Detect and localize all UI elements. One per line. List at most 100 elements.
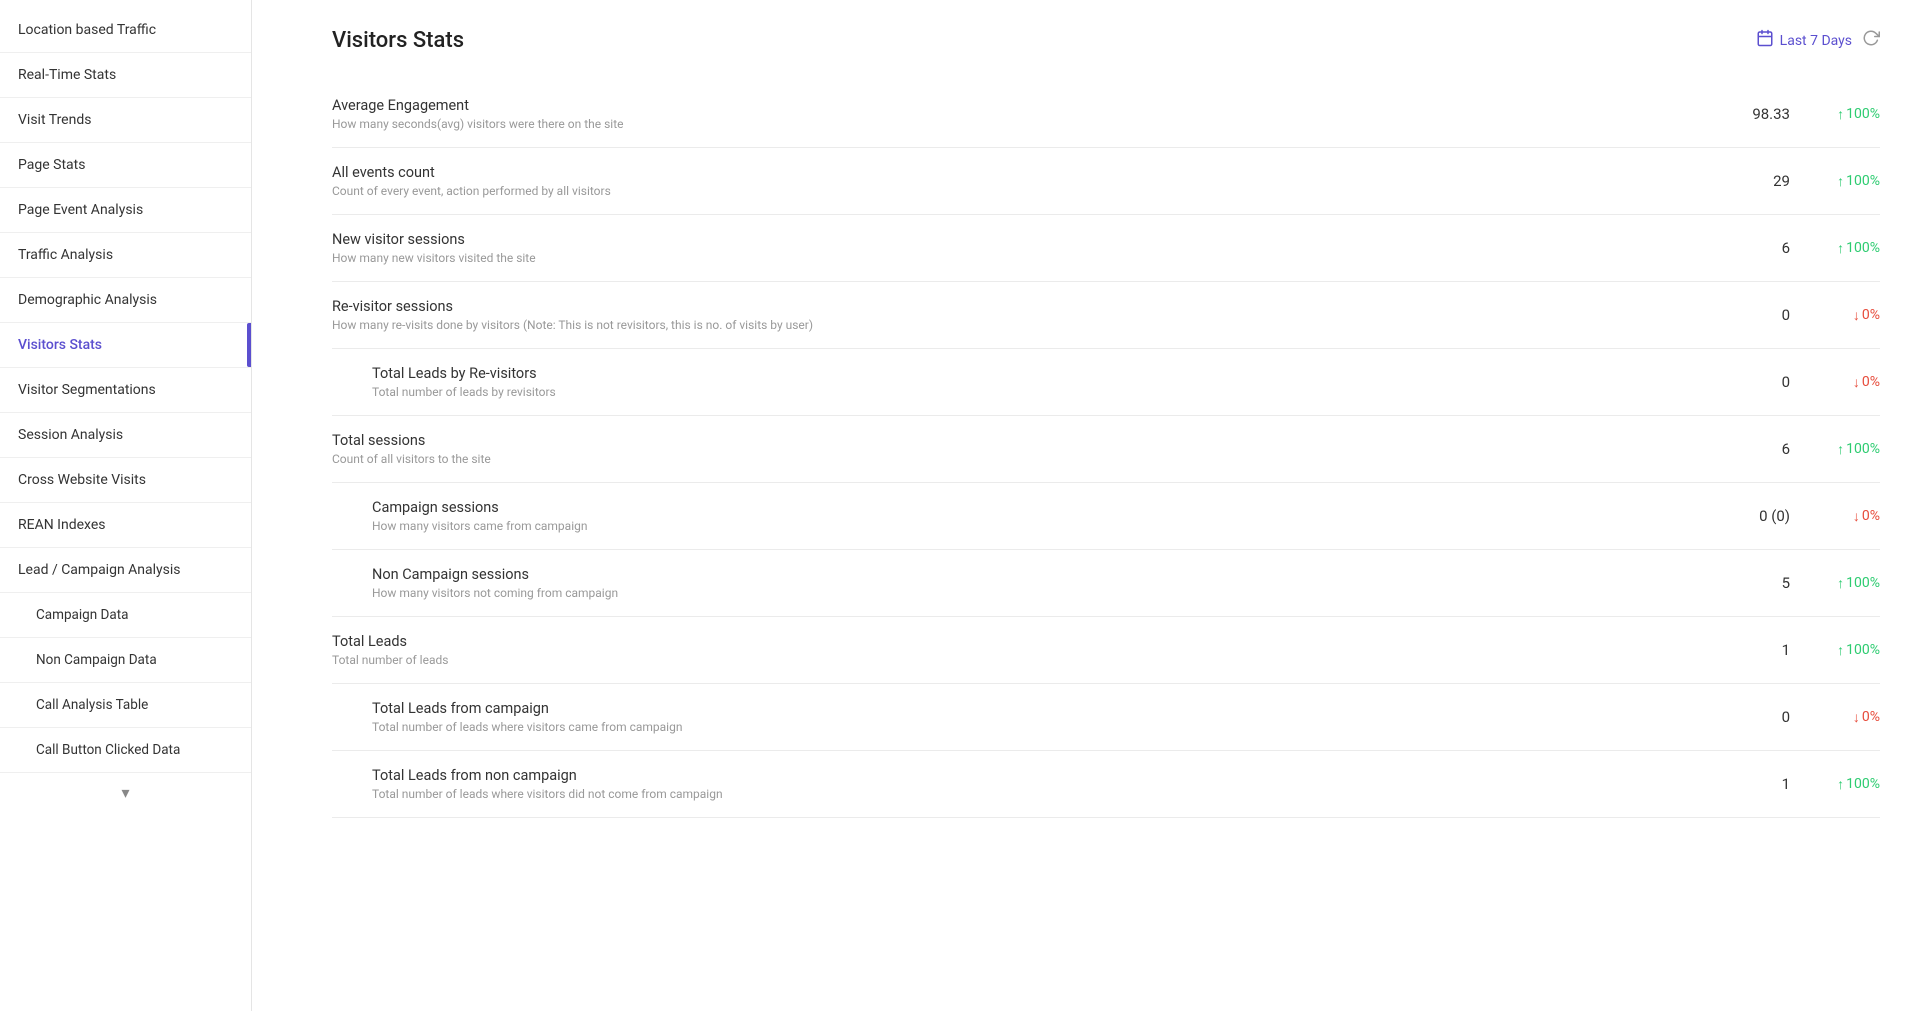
- stat-value: 0: [1690, 373, 1790, 391]
- arrow-down-icon: [1853, 307, 1860, 324]
- sidebar-item-visit-trends[interactable]: Visit Trends: [0, 98, 251, 143]
- stat-info: Total Leads from campaign Total number of…: [332, 700, 1690, 734]
- page-title: Visitors Stats: [332, 28, 464, 53]
- date-filter-button[interactable]: Last 7 Days: [1756, 29, 1852, 52]
- arrow-up-icon: [1837, 575, 1844, 592]
- sidebar: Location based TrafficReal-Time StatsVis…: [0, 0, 252, 1011]
- stat-desc: Total number of leads: [332, 653, 1690, 667]
- stat-change: 100%: [1790, 575, 1880, 592]
- stat-desc: How many visitors not coming from campai…: [372, 586, 1690, 600]
- stat-value: 1: [1690, 641, 1790, 659]
- arrow-up-icon: [1837, 173, 1844, 190]
- arrow-up-icon: [1837, 240, 1844, 257]
- sidebar-item-cross-website-visits[interactable]: Cross Website Visits: [0, 458, 251, 503]
- stat-value: 98.33: [1690, 105, 1790, 123]
- stat-value: 1: [1690, 775, 1790, 793]
- stat-desc: Total number of leads where visitors did…: [372, 787, 1690, 801]
- sidebar-item-campaign-data[interactable]: Campaign Data: [0, 593, 251, 638]
- sidebar-item-rean-indexes[interactable]: REAN Indexes: [0, 503, 251, 548]
- stat-change: 100%: [1790, 441, 1880, 458]
- stat-row: Total Leads Total number of leads1100%: [332, 617, 1880, 684]
- stat-name: Re-visitor sessions: [332, 298, 1690, 315]
- stat-value: 5: [1690, 574, 1790, 592]
- stat-change: 100%: [1790, 642, 1880, 659]
- stat-info: Average Engagement How many seconds(avg) …: [332, 97, 1690, 131]
- stat-change: 100%: [1790, 173, 1880, 190]
- stat-change: 100%: [1790, 776, 1880, 793]
- refresh-icon[interactable]: [1862, 29, 1880, 52]
- stat-row: Campaign sessions How many visitors came …: [332, 483, 1880, 550]
- sidebar-item-non-campaign-data[interactable]: Non Campaign Data: [0, 638, 251, 683]
- arrow-down-icon: [1853, 508, 1860, 525]
- stat-info: New visitor sessions How many new visitor…: [332, 231, 1690, 265]
- stat-value: 0: [1690, 708, 1790, 726]
- stat-row: Total Leads by Re-visitors Total number o…: [332, 349, 1880, 416]
- stat-info: Total Leads by Re-visitors Total number o…: [332, 365, 1690, 399]
- stat-desc: How many re-visits done by visitors (Not…: [332, 318, 1690, 332]
- stat-info: All events count Count of every event, ac…: [332, 164, 1690, 198]
- sidebar-chevron[interactable]: ▾: [0, 773, 251, 812]
- date-filter-label: Last 7 Days: [1780, 33, 1852, 49]
- stat-name: Total Leads by Re-visitors: [372, 365, 1690, 382]
- sidebar-item-location-based-traffic[interactable]: Location based Traffic: [0, 8, 251, 53]
- stat-name: Total Leads: [332, 633, 1690, 650]
- sidebar-item-session-analysis[interactable]: Session Analysis: [0, 413, 251, 458]
- stat-row: Re-visitor sessions How many re-visits do…: [332, 282, 1880, 349]
- stat-name: New visitor sessions: [332, 231, 1690, 248]
- stat-value: 0 (0): [1690, 507, 1790, 525]
- stat-value: 29: [1690, 172, 1790, 190]
- stat-value: 0: [1690, 306, 1790, 324]
- calendar-icon: [1756, 29, 1774, 52]
- stat-row: Total Leads from non campaign Total numbe…: [332, 751, 1880, 818]
- arrow-up-icon: [1837, 441, 1844, 458]
- stat-desc: How many seconds(avg) visitors were ther…: [332, 117, 1690, 131]
- sidebar-item-demographic-analysis[interactable]: Demographic Analysis: [0, 278, 251, 323]
- sidebar-item-page-event-analysis[interactable]: Page Event Analysis: [0, 188, 251, 233]
- sidebar-item-visitors-stats[interactable]: Visitors Stats: [0, 323, 251, 368]
- stat-name: Average Engagement: [332, 97, 1690, 114]
- sidebar-item-call-analysis-table[interactable]: Call Analysis Table: [0, 683, 251, 728]
- stat-info: Campaign sessions How many visitors came …: [332, 499, 1690, 533]
- page-header: Visitors Stats Last 7 Days: [332, 28, 1880, 53]
- stat-value: 6: [1690, 239, 1790, 257]
- stat-change: 100%: [1790, 240, 1880, 257]
- stat-info: Total sessions Count of all visitors to t…: [332, 432, 1690, 466]
- stat-name: Total Leads from non campaign: [372, 767, 1690, 784]
- stat-desc: Count of every event, action performed b…: [332, 184, 1690, 198]
- sidebar-item-call-button-clicked-data[interactable]: Call Button Clicked Data: [0, 728, 251, 773]
- stat-desc: How many new visitors visited the site: [332, 251, 1690, 265]
- stat-row: Non Campaign sessions How many visitors n…: [332, 550, 1880, 617]
- stat-desc: How many visitors came from campaign: [372, 519, 1690, 533]
- stat-info: Total Leads from non campaign Total numbe…: [332, 767, 1690, 801]
- stat-desc: Count of all visitors to the site: [332, 452, 1690, 466]
- stat-desc: Total number of leads where visitors cam…: [372, 720, 1690, 734]
- stat-desc: Total number of leads by revisitors: [372, 385, 1690, 399]
- stats-table: Average Engagement How many seconds(avg) …: [332, 81, 1880, 818]
- stat-row: Total Leads from campaign Total number of…: [332, 684, 1880, 751]
- arrow-down-icon: [1853, 709, 1860, 726]
- stat-name: Non Campaign sessions: [372, 566, 1690, 583]
- sidebar-item-page-stats[interactable]: Page Stats: [0, 143, 251, 188]
- stat-name: All events count: [332, 164, 1690, 181]
- arrow-up-icon: [1837, 642, 1844, 659]
- stat-row: Total sessions Count of all visitors to t…: [332, 416, 1880, 483]
- stat-change: 0%: [1790, 508, 1880, 525]
- stat-info: Re-visitor sessions How many re-visits do…: [332, 298, 1690, 332]
- stat-name: Campaign sessions: [372, 499, 1690, 516]
- stat-name: Total Leads from campaign: [372, 700, 1690, 717]
- stat-row: All events count Count of every event, ac…: [332, 148, 1880, 215]
- stat-info: Non Campaign sessions How many visitors n…: [332, 566, 1690, 600]
- stat-name: Total sessions: [332, 432, 1690, 449]
- stat-row: Average Engagement How many seconds(avg) …: [332, 81, 1880, 148]
- stat-change: 0%: [1790, 307, 1880, 324]
- arrow-down-icon: [1853, 374, 1860, 391]
- stat-row: New visitor sessions How many new visitor…: [332, 215, 1880, 282]
- stat-change: 0%: [1790, 709, 1880, 726]
- sidebar-item-traffic-analysis[interactable]: Traffic Analysis: [0, 233, 251, 278]
- sidebar-item-lead-campaign-analysis[interactable]: Lead / Campaign Analysis: [0, 548, 251, 593]
- sidebar-item-real-time-stats[interactable]: Real-Time Stats: [0, 53, 251, 98]
- stat-info: Total Leads Total number of leads: [332, 633, 1690, 667]
- stat-change: 0%: [1790, 374, 1880, 391]
- sidebar-item-visitor-segmentations[interactable]: Visitor Segmentations: [0, 368, 251, 413]
- arrow-up-icon: [1837, 106, 1844, 123]
